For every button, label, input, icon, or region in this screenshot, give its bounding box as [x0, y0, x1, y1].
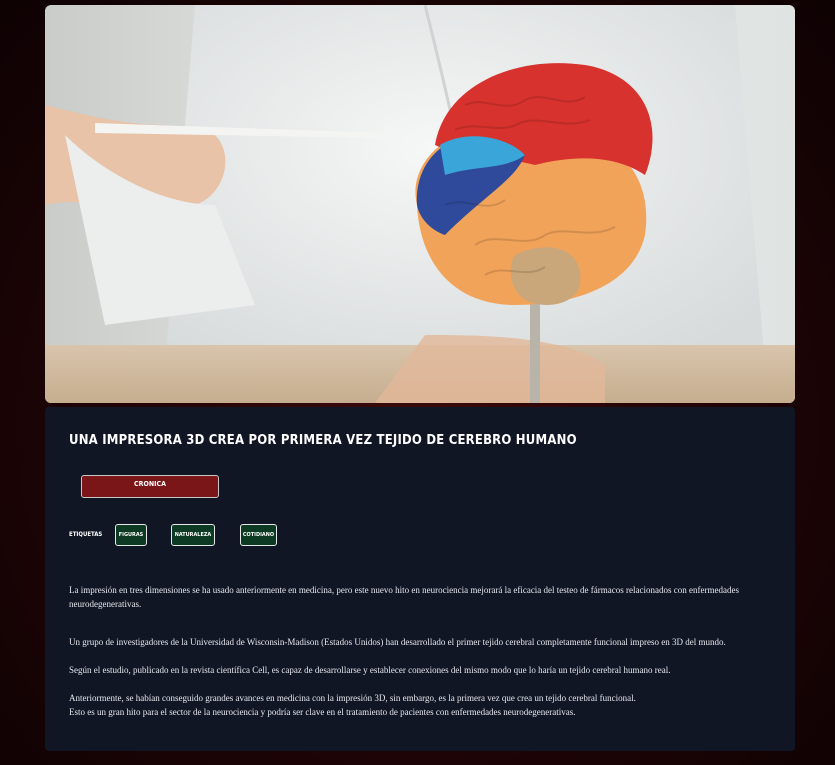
hero-image: [45, 5, 795, 403]
tags-label: Etiquetas: [69, 531, 103, 538]
tag-figuras[interactable]: Figuras: [115, 524, 147, 546]
article-intro: La impresión en tres dimensiones se ha u…: [69, 585, 739, 609]
tag-cotidiano[interactable]: Cotidiano: [240, 524, 277, 546]
article-paragraph: Según el estudio, publicado en la revist…: [69, 665, 671, 675]
tag-naturaleza[interactable]: Naturaleza: [171, 524, 215, 546]
brain-model-photo: [45, 5, 795, 403]
article-paragraph: Un grupo de investigadores de la Univers…: [69, 637, 726, 647]
article-paragraph: Esto es un gran hito para el sector de l…: [69, 707, 576, 717]
article-card: Una impresora 3D crea por primera vez te…: [45, 407, 795, 751]
article-paragraph: Anteriormente, se habían conseguido gran…: [69, 693, 636, 703]
category-button[interactable]: Cronica: [81, 475, 219, 498]
article-title: Una impresora 3D crea por primera vez te…: [69, 433, 577, 448]
